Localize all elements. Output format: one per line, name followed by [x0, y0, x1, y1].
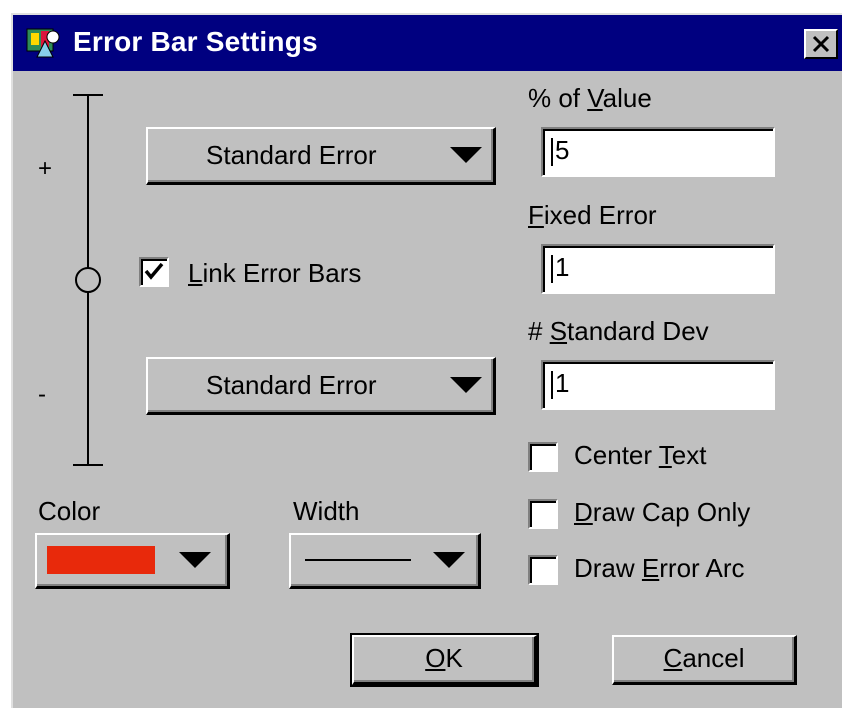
draw-error-arc-checkbox[interactable]	[528, 555, 558, 585]
chevron-down-icon	[433, 552, 465, 568]
upper-error-type-select[interactable]: Standard Error	[146, 127, 496, 185]
standard-dev-label: # Standard Dev	[528, 316, 709, 346]
chevron-down-icon	[450, 147, 482, 163]
draw-cap-only-checkbox[interactable]	[528, 499, 558, 529]
plus-label: +	[38, 155, 53, 182]
upper-error-type-value: Standard Error	[206, 140, 377, 170]
line-width-preview	[305, 559, 411, 561]
percent-of-value-input[interactable]: 5	[541, 127, 775, 177]
center-text-label: Center Text	[574, 440, 707, 470]
standard-dev-input[interactable]: 1	[541, 360, 775, 410]
close-button[interactable]	[804, 29, 838, 59]
width-select[interactable]	[289, 533, 481, 589]
draw-error-arc-label: Draw Error Arc	[574, 553, 745, 583]
slider-handle	[75, 267, 101, 293]
lower-error-type-value: Standard Error	[206, 370, 377, 400]
checkmark-icon	[144, 262, 164, 280]
chevron-down-icon	[179, 552, 211, 568]
center-text-checkbox[interactable]	[528, 442, 558, 472]
title-bar[interactable]: Error Bar Settings	[13, 15, 842, 71]
cancel-button[interactable]: Cancel	[612, 635, 797, 685]
color-select[interactable]	[35, 533, 230, 589]
chevron-down-icon	[450, 377, 482, 393]
app-icon	[26, 28, 60, 58]
link-error-bars-checkbox[interactable]	[139, 257, 169, 287]
fixed-error-input[interactable]: 1	[541, 244, 775, 294]
width-label: Width	[293, 496, 360, 526]
minus-label: -	[38, 381, 46, 408]
dialog-title: Error Bar Settings	[73, 26, 318, 57]
color-swatch	[47, 546, 155, 574]
draw-cap-only-label: Draw Cap Only	[574, 497, 751, 527]
percent-of-value-label: % of Value	[528, 83, 652, 113]
error-bar-slider[interactable]	[63, 91, 113, 471]
ok-button[interactable]: OK	[350, 633, 539, 687]
link-error-bars-label: Link Error Bars	[188, 258, 362, 288]
lower-error-type-select[interactable]: Standard Error	[146, 357, 496, 415]
error-bar-settings-dialog: Error Bar Settings + - Standard Error Li…	[11, 13, 842, 708]
fixed-error-label: Fixed Error	[528, 200, 657, 230]
color-label: Color	[38, 496, 101, 526]
close-icon	[812, 35, 830, 53]
